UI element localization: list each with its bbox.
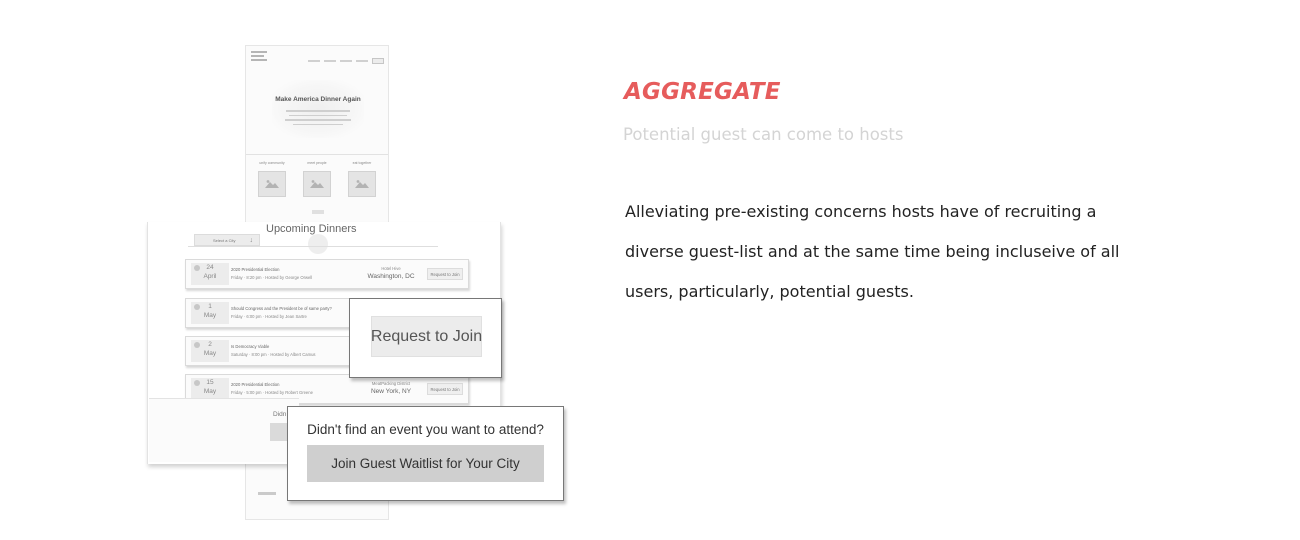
event-title: 2020 Presidential Election: [231, 267, 280, 272]
request-to-join-callout: Request to Join: [349, 298, 502, 378]
event-day: 2: [208, 341, 212, 348]
feature-label: unify community: [259, 161, 285, 165]
request-to-join-button[interactable]: Request to Join: [427, 383, 463, 395]
feature-label: meet people: [307, 161, 327, 165]
event-title: 2020 Presidential Election: [231, 382, 280, 387]
wireframe-nav-item: [340, 60, 352, 62]
event-row[interactable]: 24 April 2020 Presidential Election Frid…: [185, 259, 469, 289]
event-venue: MeatPacking District: [371, 381, 411, 386]
event-venue: Hotel Hive: [381, 266, 401, 271]
event-date: 24 April: [191, 263, 229, 285]
waitlist-question: Didn't find an event you want to attend?: [307, 422, 544, 437]
wireframe-nav-item: [324, 60, 336, 62]
event-date: 2 May: [191, 340, 229, 362]
wireframe-logo: [251, 51, 267, 65]
event-subtitle: Friday · 6:00 pm · Hosted by Jean Sartre: [231, 314, 307, 319]
event-title: Is Democracy Viable: [231, 344, 270, 349]
event-month: May: [203, 388, 217, 395]
event-day: 24: [206, 264, 214, 271]
event-subtitle: Saturday · 8:00 pm · Hosted by Albert Ca…: [231, 352, 316, 357]
wireframe-feature-columns: unify community meet people eat together: [258, 159, 376, 197]
guest-waitlist-callout: Didn't find an event you want to attend?…: [287, 406, 564, 501]
wireframe-small-button: [312, 210, 324, 214]
wireframe-nav: [308, 58, 384, 64]
event-subtitle: Friday · 5:00 pm · Hosted by Robert Gree…: [231, 390, 313, 395]
wireframe-divider: [246, 154, 388, 155]
upcoming-dinners-title: Upcoming Dinners: [266, 223, 357, 235]
wireframe-hero: Make America Dinner Again: [272, 80, 364, 138]
city-select[interactable]: Select a City ↓: [194, 234, 260, 246]
image-placeholder-icon: [258, 171, 286, 197]
arrow-down-icon: ↓: [249, 236, 254, 244]
waitlist-section-mockup: Didn: [149, 398, 299, 462]
feature-column: meet people: [303, 159, 331, 197]
feature-column: unify community: [258, 159, 286, 197]
dinners-divider: [188, 246, 438, 247]
event-month: April: [203, 273, 217, 280]
feature-label: eat together: [352, 161, 372, 165]
event-date: 1 May: [191, 302, 229, 324]
event-day: 1: [208, 303, 212, 310]
event-month: May: [203, 350, 217, 357]
section-subheading: Potential guest can come to hosts: [623, 125, 904, 144]
waitlist-question-peek: Didn: [273, 411, 287, 418]
section-heading: AGGREGATE: [624, 79, 781, 105]
join-guest-waitlist-button[interactable]: Join Guest Waitlist for Your City: [307, 445, 544, 482]
event-title: Should Congress and the President be of …: [231, 306, 332, 311]
wireframe-nav-button: [372, 58, 384, 64]
city-select-label: Select a City: [213, 237, 236, 243]
event-month: May: [203, 312, 217, 319]
play-watermark-icon: [308, 234, 328, 254]
event-city: Washington, DC: [367, 273, 415, 280]
request-to-join-button[interactable]: Request to Join: [427, 268, 463, 280]
event-date: 15 May: [191, 378, 229, 400]
image-placeholder-icon: [303, 171, 331, 197]
wireframe-footer-link: [258, 492, 276, 495]
hero-text-lines: [282, 107, 354, 125]
image-placeholder-icon: [348, 171, 376, 197]
hero-title: Make America Dinner Again: [275, 96, 361, 103]
section-body: Alleviating pre-existing concerns hosts …: [625, 202, 1120, 301]
request-to-join-zoom-button[interactable]: Request to Join: [371, 316, 482, 357]
event-day: 15: [206, 379, 214, 386]
wireframe-nav-item: [308, 60, 320, 62]
wireframe-nav-item: [356, 60, 368, 62]
event-subtitle: Friday · 8:20 pm · Hosted by George Orwe…: [231, 275, 313, 280]
feature-column: eat together: [348, 159, 376, 197]
event-city: New York, NY: [370, 388, 412, 395]
